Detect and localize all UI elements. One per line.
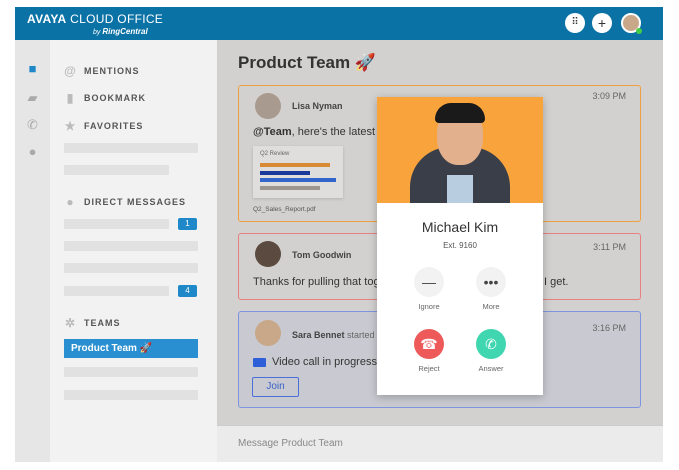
logo: AVAYA CLOUD OFFICE xyxy=(27,12,164,26)
plus-icon[interactable]: + xyxy=(592,13,612,33)
bookmark-icon: ▮ xyxy=(66,91,75,105)
attachment-preview[interactable]: Q2 Review xyxy=(253,146,343,198)
page-title: Product Team 🚀 xyxy=(238,53,376,72)
author-name: Sara Bennet started a xyxy=(292,330,383,340)
sidebar-header-direct-messages: ● DIRECT MESSAGES xyxy=(64,195,186,209)
ignore-button[interactable]: — xyxy=(414,267,444,297)
video-icon[interactable]: ▰ xyxy=(25,90,40,105)
dialpad-icon[interactable]: ⠿ xyxy=(565,13,585,33)
logo-byline: by RingCentral xyxy=(93,27,148,36)
attachment-filename[interactable]: Q2_Sales_Report.pdf xyxy=(253,206,316,213)
sidebar-item-product-team[interactable]: Product Team 🚀 xyxy=(64,339,198,358)
message-text-tail: I get. xyxy=(544,276,569,288)
star-icon: ★ xyxy=(64,119,77,133)
message-input[interactable]: Message Product Team xyxy=(217,425,663,462)
timestamp: 3:16 PM xyxy=(592,323,626,333)
answer-button[interactable]: ✆ xyxy=(476,329,506,359)
caller-extension: Ext. 9160 xyxy=(443,241,477,250)
answer-label: Answer xyxy=(478,364,504,373)
more-button[interactable]: ••• xyxy=(476,267,506,297)
sidebar: @ MENTIONS ▮ BOOKMARK ★ FAVORITES ● DIRECT M… xyxy=(50,40,217,462)
dm-item[interactable] xyxy=(64,263,198,273)
reject-label: Reject xyxy=(418,364,440,373)
caller-name: Michael Kim xyxy=(421,219,499,235)
dm-item[interactable] xyxy=(64,286,169,296)
avatar xyxy=(255,93,281,119)
placeholder-item[interactable] xyxy=(64,143,198,153)
chat-icon[interactable]: ■ xyxy=(25,61,40,76)
sidebar-header-teams: ✲ TEAMS xyxy=(64,316,121,330)
unread-badge: 1 xyxy=(178,218,197,230)
teams-icon: ✲ xyxy=(64,316,77,330)
message-text: Thanks for pulling that tog xyxy=(253,276,380,288)
top-bar: AVAYA CLOUD OFFICE by RingCentral ⠿ + xyxy=(15,7,663,40)
team-item[interactable] xyxy=(64,367,198,377)
ignore-label: Ignore xyxy=(418,302,440,311)
sidebar-item-bookmark[interactable]: ▮ BOOKMARK xyxy=(64,91,146,105)
reject-button[interactable]: ☎ xyxy=(414,329,444,359)
sidebar-item-mentions[interactable]: @ MENTIONS xyxy=(64,64,140,78)
avatar xyxy=(255,320,281,346)
phone-icon[interactable]: ✆ xyxy=(25,117,40,132)
person-icon: ● xyxy=(66,195,75,209)
contacts-icon[interactable]: ● xyxy=(25,144,40,159)
placeholder-item[interactable] xyxy=(64,165,169,175)
sidebar-item-favorites[interactable]: ★ FAVORITES xyxy=(64,119,143,133)
attachment-title: Q2 Review xyxy=(260,151,290,157)
timestamp: 3:09 PM xyxy=(592,91,626,101)
author-name: Lisa Nyman xyxy=(292,101,343,111)
avatar xyxy=(255,241,281,267)
join-button[interactable]: Join xyxy=(252,377,299,397)
video-icon xyxy=(253,357,266,367)
incoming-call-dialog: Michael Kim Ext. 9160 — Ignore ••• More … xyxy=(377,97,543,395)
caller-photo xyxy=(377,97,543,203)
at-icon: @ xyxy=(64,64,77,78)
author-name: Tom Goodwin xyxy=(292,250,352,260)
timestamp: 3:11 PM xyxy=(593,242,626,252)
more-label: More xyxy=(482,302,500,311)
dm-item[interactable] xyxy=(64,219,169,229)
presence-indicator xyxy=(636,28,642,34)
unread-badge: 4 xyxy=(178,285,197,297)
icon-rail: ■ ▰ ✆ ● xyxy=(15,40,50,462)
team-item[interactable] xyxy=(64,390,198,400)
message-text: @Team, here's the latest xyxy=(253,126,376,138)
message-text: Video call in progress xyxy=(253,356,377,368)
dm-item[interactable] xyxy=(64,241,198,251)
message-input-placeholder: Message Product Team xyxy=(238,438,343,449)
